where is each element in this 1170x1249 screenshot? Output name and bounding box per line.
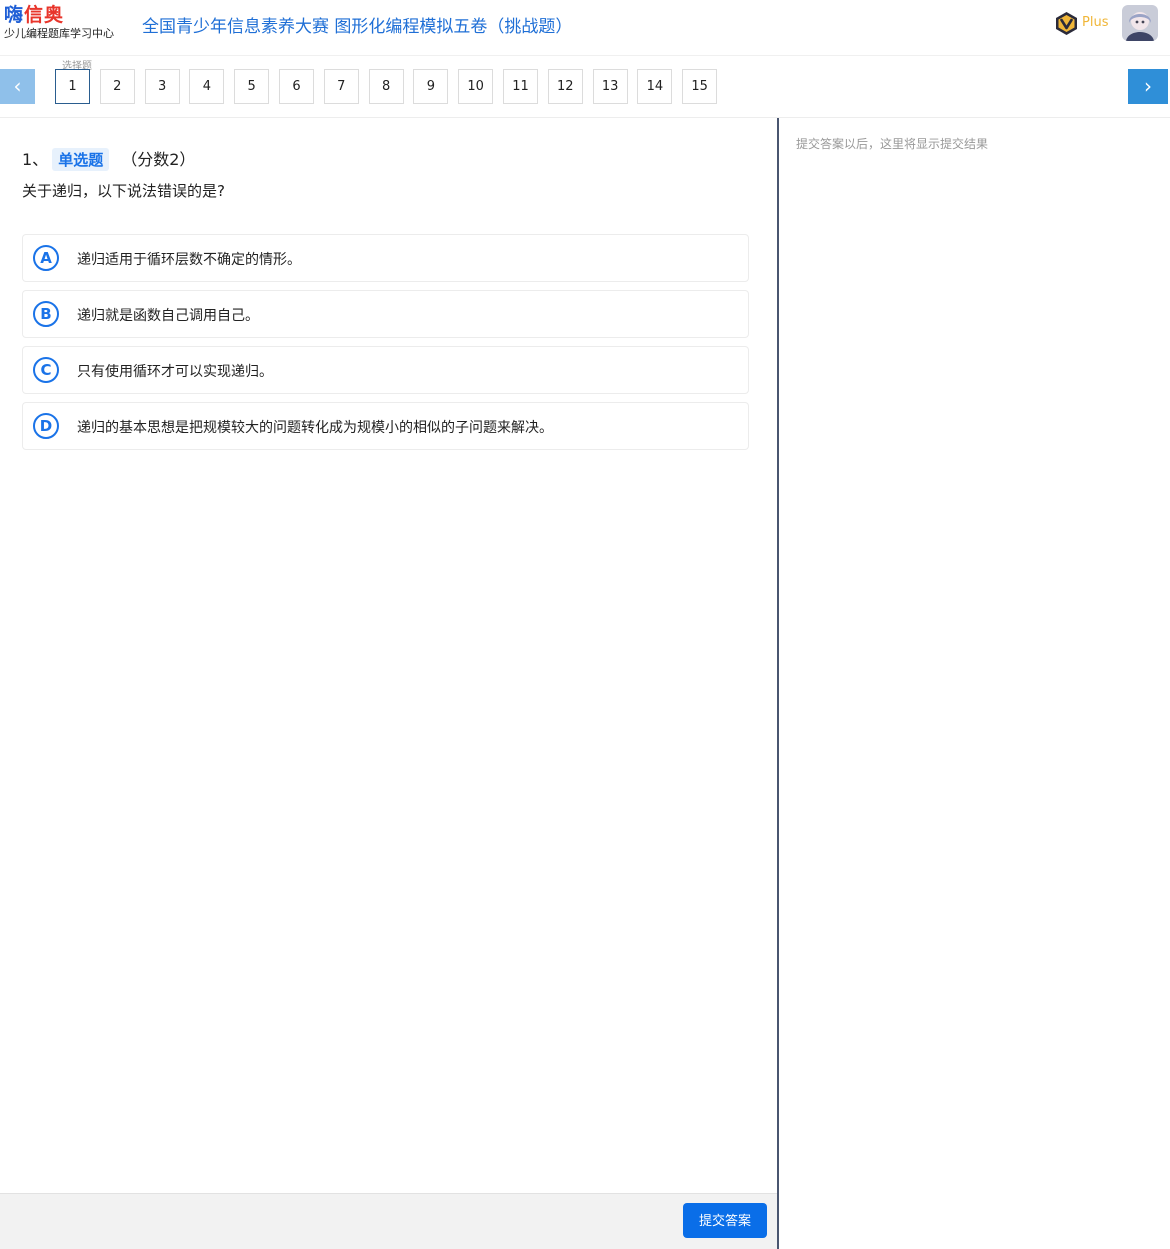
question-number-button-2[interactable]: 2	[99, 69, 135, 104]
option-text: 只有使用循环才可以实现递归。	[77, 364, 273, 380]
question-number-button-7[interactable]: 7	[323, 69, 359, 104]
answer-footer: 提交答案	[0, 1193, 777, 1249]
option-c[interactable]: C 只有使用循环才可以实现递归。	[22, 346, 749, 394]
question-number-button-8[interactable]: 8	[368, 69, 404, 104]
question-navigator: ‹ 选择题 1 2 3 4 5 6 7 8 9 10 11 12 13 14 15 ›	[0, 56, 1170, 118]
logo-tagline: 少儿编程题库学习中心	[4, 27, 114, 40]
question-number-button-15[interactable]: 15	[682, 69, 718, 104]
question-header: 1、 单选题 （分数2）	[22, 146, 195, 171]
result-hint: 提交答案以后，这里将显示提交结果	[796, 137, 989, 151]
question-number-button-4[interactable]: 4	[189, 69, 225, 104]
logo-wordmark: 嗨信奥	[4, 4, 65, 26]
question-number-button-13[interactable]: 13	[592, 69, 628, 104]
option-a[interactable]: A 递归适用于循环层数不确定的情形。	[22, 234, 749, 282]
option-b[interactable]: B 递归就是函数自己调用自己。	[22, 290, 749, 338]
question-stem: 关于递归，以下说法错误的是?	[22, 182, 225, 200]
user-avatar[interactable]	[1122, 5, 1158, 41]
question-number-button-10[interactable]: 10	[458, 69, 494, 104]
question-number-button-5[interactable]: 5	[234, 69, 270, 104]
top-header: 嗨信奥 少儿编程题库学习中心 全国青少年信息素养大赛 图形化编程模拟五卷（挑战题…	[0, 0, 1170, 56]
option-letter-badge: B	[33, 301, 59, 327]
vip-plus-label[interactable]: Plus	[1082, 15, 1108, 30]
page-title: 全国青少年信息素养大赛 图形化编程模拟五卷（挑战题）	[142, 17, 573, 37]
site-logo[interactable]: 嗨信奥 少儿编程题库学习中心	[4, 4, 122, 44]
question-type-badge: 单选题	[52, 148, 110, 171]
question-number-button-6[interactable]: 6	[279, 69, 314, 104]
result-panel: 提交答案以后，这里将显示提交结果	[779, 118, 1170, 1249]
question-number-button-1[interactable]: 1	[55, 69, 90, 104]
question-number-button-11[interactable]: 11	[503, 69, 538, 104]
option-d[interactable]: D 递归的基本思想是把规模较大的问题转化成为规模小的相似的子问题来解决。	[22, 402, 749, 450]
option-text: 递归就是函数自己调用自己。	[77, 308, 259, 324]
submit-answer-button[interactable]: 提交答案	[683, 1203, 767, 1238]
question-number-button-12[interactable]: 12	[547, 69, 583, 104]
question-panel: 1、 单选题 （分数2） 关于递归，以下说法错误的是? A 递归适用于循环层数不确定的…	[0, 118, 777, 1193]
question-number-button-3[interactable]: 3	[144, 69, 180, 104]
question-score: （分数2）	[121, 150, 196, 169]
question-number: 1、	[22, 150, 49, 169]
question-number-button-14[interactable]: 14	[637, 69, 673, 104]
option-letter-badge: C	[33, 357, 59, 383]
option-letter-badge: A	[33, 245, 59, 271]
next-page-button[interactable]: ›	[1128, 69, 1168, 104]
option-text: 递归适用于循环层数不确定的情形。	[77, 252, 301, 268]
option-text: 递归的基本思想是把规模较大的问题转化成为规模小的相似的子问题来解决。	[77, 420, 553, 436]
chevron-left-icon: ‹	[13, 74, 22, 98]
vip-badge-icon[interactable]	[1054, 11, 1079, 36]
prev-page-button[interactable]: ‹	[0, 69, 35, 104]
question-number-button-9[interactable]: 9	[413, 69, 449, 104]
option-letter-badge: D	[33, 413, 59, 439]
chevron-right-icon: ›	[1144, 74, 1152, 98]
